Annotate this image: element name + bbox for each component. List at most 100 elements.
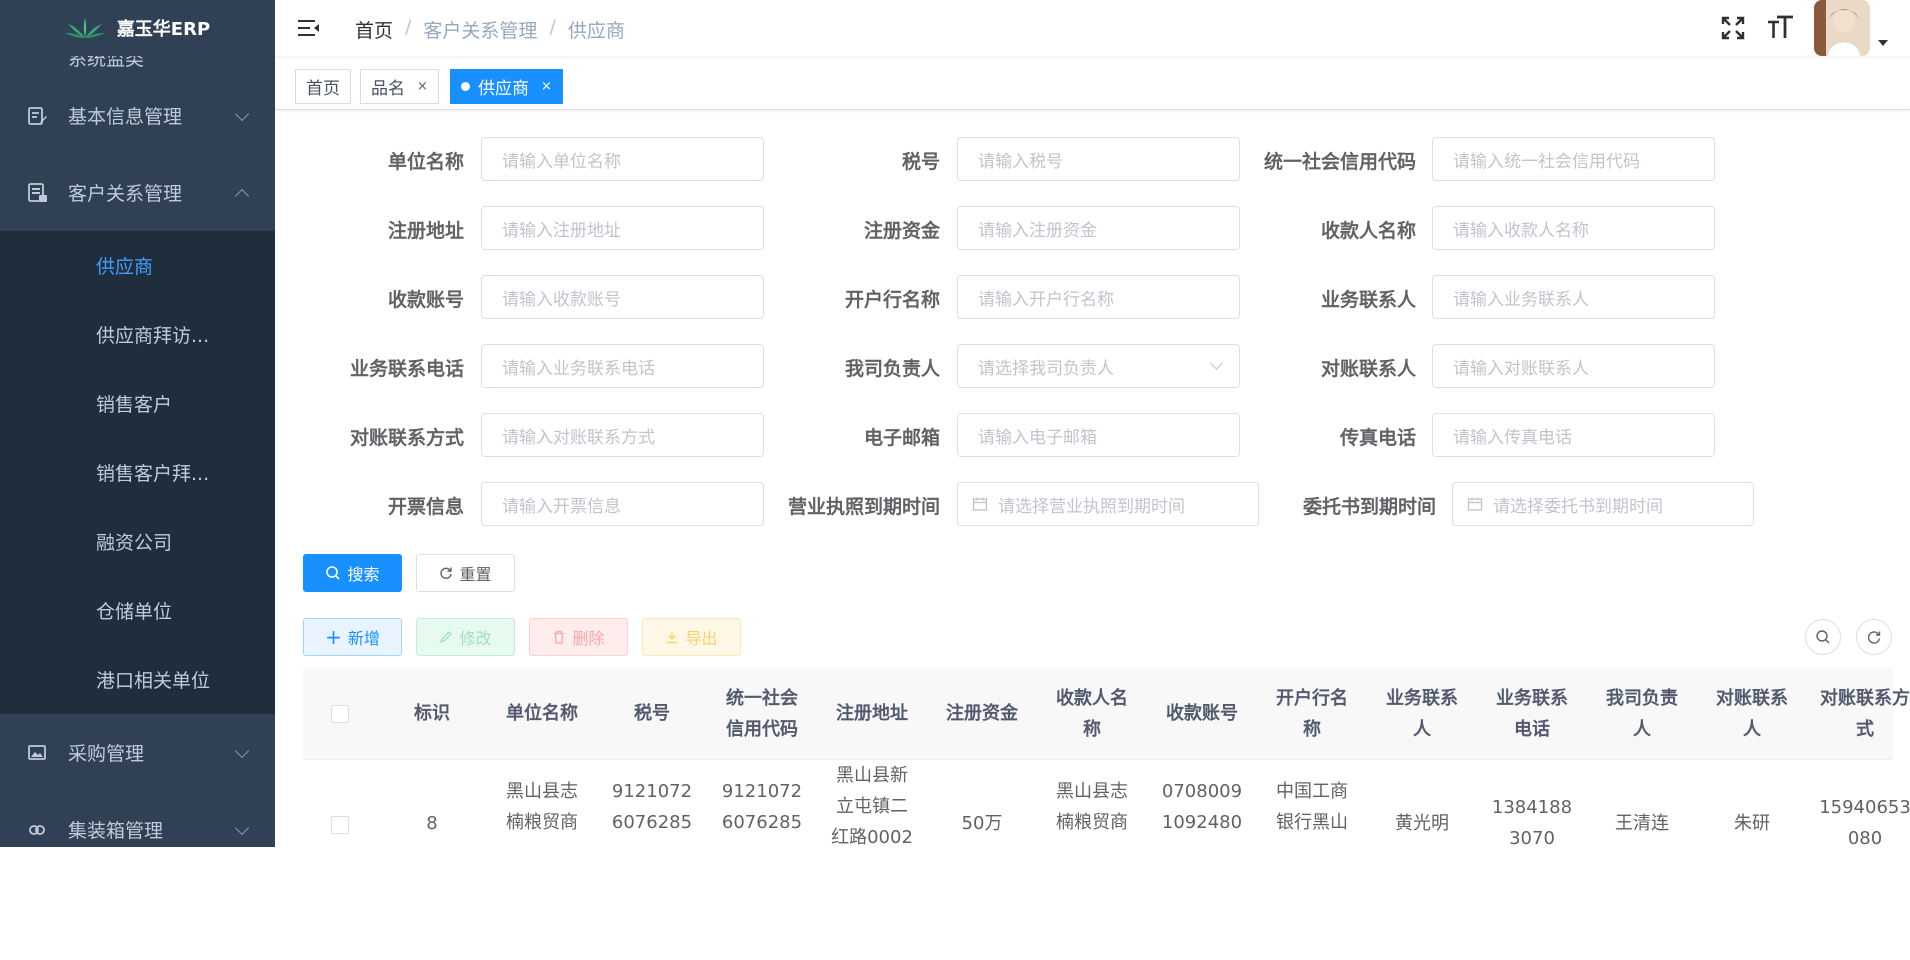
header-cell: 注册资金 [946, 703, 1018, 724]
sidebar-item-label: 采购管理 [68, 743, 145, 765]
header-select-all[interactable] [303, 668, 377, 759]
sidebar-item-financing-company[interactable]: 融资公司 [0, 507, 275, 576]
biz-phone-input[interactable]: 请输入业务联系电话 [481, 344, 764, 388]
edit-button[interactable]: 修改 [416, 618, 515, 656]
refresh-icon [1867, 631, 1881, 644]
id-card-icon [28, 182, 47, 202]
cell-tax-no: 91210726076285 [611, 781, 693, 833]
cell-owner: 王清连 [1615, 813, 1669, 834]
breadcrumb-home[interactable]: 首页 [355, 16, 393, 43]
sidebar-item-sales-customer-visit[interactable]: 销售客户拜... [0, 438, 275, 507]
cell-id: 8 [426, 813, 438, 834]
sidebar-item-purchase[interactable]: 采购管理 [0, 714, 275, 791]
menu-fold-icon[interactable] [297, 16, 321, 40]
cell-account-no: 07080091092480 [1161, 781, 1243, 833]
invoice-info-input[interactable]: 请输入开票信息 [481, 482, 764, 526]
add-button-label: 新增 [347, 629, 380, 648]
cell-credit-code: 91210726076285 [721, 781, 803, 833]
app-title: 嘉玉华ERP [116, 19, 211, 40]
sidebar-item-container[interactable]: 集装箱管理 [0, 791, 275, 847]
fax-input[interactable]: 请输入传真电话 [1432, 413, 1715, 457]
sidebar-item-label: 客户关系管理 [68, 183, 183, 205]
breadcrumb-separator: / [405, 16, 412, 38]
header-cell: 业务联系人 [1386, 687, 1458, 740]
owner-select[interactable]: 请选择我司负责人 [957, 344, 1240, 388]
proxy-expiry-datepicker[interactable]: 请选择委托书到期时间 [1452, 482, 1754, 526]
recon-phone-input[interactable]: 请输入对账联系方式 [481, 413, 764, 457]
license-expiry-datepicker[interactable]: 请选择营业执照到期时间 [957, 482, 1259, 526]
bank-name-input[interactable]: 请输入开户行名称 [957, 275, 1240, 319]
cell-recon-phone: 15940653080 [1819, 797, 1910, 849]
sidebar-item-basic-info[interactable]: 基本信息管理 [0, 77, 275, 154]
sidebar-item-label: 集装箱管理 [68, 820, 164, 842]
reg-address-input[interactable]: 请输入注册地址 [481, 206, 764, 250]
link-icon [29, 824, 45, 835]
sidebar-item-label: 基本信息管理 [68, 106, 183, 128]
supplier-table: 标识 单位名称 税号 统一社会信用代码 注册地址 注册资金 收款人名称 收款账号… [303, 668, 1910, 960]
owner-select-placeholder: 请选择我司负责人 [978, 358, 1114, 379]
table-row[interactable]: 8 黑山县志楠粮贸商 91210726076285 91210726076285… [303, 760, 1910, 960]
payee-name-input[interactable]: 请输入收款人名称 [1432, 206, 1715, 250]
delete-button[interactable]: 删除 [529, 618, 628, 656]
reset-button[interactable]: 重置 [416, 554, 515, 592]
toggle-search-button[interactable] [1805, 619, 1841, 655]
cell-address: 黑山县新立屯镇二红路0002 [831, 765, 913, 848]
header-cell: 业务联系电话 [1496, 687, 1568, 740]
export-button-label: 导出 [685, 629, 718, 648]
row-select-cell[interactable] [303, 760, 377, 960]
tag-supplier[interactable]: 供应商 × [450, 69, 563, 104]
header-cell: 税号 [634, 703, 670, 724]
reg-capital-input[interactable]: 请输入注册资金 [957, 206, 1240, 250]
refresh-icon [440, 567, 453, 579]
close-icon[interactable]: × [417, 79, 428, 94]
app-logo[interactable]: 嘉玉华ERP [0, 0, 275, 56]
sidebar-item-warehouse-unit[interactable]: 仓储单位 [0, 576, 275, 645]
font-size-icon[interactable] [1766, 14, 1794, 42]
tag-label: 首页 [306, 79, 340, 99]
edit-icon [440, 631, 453, 644]
delete-button-label: 删除 [572, 629, 605, 648]
tax-no-input[interactable]: 请输入税号 [957, 137, 1240, 181]
header-cell: 注册地址 [836, 703, 908, 724]
select-all-checkbox[interactable] [331, 704, 349, 723]
account-no-input[interactable]: 请输入收款账号 [481, 275, 764, 319]
label-biz-contact: 业务联系人 [1320, 289, 1416, 311]
add-button[interactable]: + 新增 [303, 618, 402, 656]
header-cell: 标识 [414, 703, 450, 724]
tag-home[interactable]: 首页 [295, 69, 351, 104]
download-icon [666, 631, 678, 644]
recon-contact-input[interactable]: 请输入对账联系人 [1432, 344, 1715, 388]
sidebar-item-sales-customer[interactable]: 销售客户 [0, 369, 275, 438]
refresh-table-button[interactable] [1856, 619, 1892, 655]
sidebar-item-supplier[interactable]: 供应商 [0, 231, 275, 300]
chevron-down-icon [234, 820, 250, 835]
header-cell: 统一社会信用代码 [726, 687, 798, 740]
breadcrumb-crm: 客户关系管理 [423, 20, 538, 42]
search-button[interactable]: 搜索 [303, 554, 402, 592]
avatar[interactable] [1814, 0, 1870, 56]
sidebar: 嘉玉华ERP 系统监类 基本信息管理 客户关系管理 供应商 供应商拜访... 销… [0, 0, 275, 847]
calendar-icon [972, 497, 988, 511]
close-icon[interactable]: × [541, 79, 552, 94]
tag-label: 供应商 [478, 79, 529, 99]
biz-contact-input[interactable]: 请输入业务联系人 [1432, 275, 1715, 319]
label-credit-code: 统一社会信用代码 [1263, 151, 1416, 173]
unit-name-input[interactable]: 请输入单位名称 [481, 137, 764, 181]
image-icon [28, 744, 46, 760]
row-checkbox[interactable] [331, 816, 349, 834]
license-expiry-placeholder: 请选择营业执照到期时间 [998, 496, 1185, 517]
sidebar-item-crm[interactable]: 客户关系管理 [0, 154, 275, 231]
export-button[interactable]: 导出 [642, 618, 741, 656]
breadcrumb-supplier: 供应商 [567, 20, 625, 42]
tag-product-name[interactable]: 品名 × [360, 69, 439, 104]
fullscreen-icon[interactable] [1720, 15, 1746, 41]
credit-code-input[interactable]: 请输入统一社会信用代码 [1432, 137, 1715, 181]
sidebar-item-supplier-visit[interactable]: 供应商拜访... [0, 300, 275, 369]
cell-biz-phone: 13841883070 [1491, 797, 1573, 849]
edit-button-label: 修改 [459, 629, 492, 648]
caret-down-icon[interactable] [1878, 40, 1888, 46]
label-proxy-expiry: 委托书到期时间 [1302, 496, 1436, 518]
sidebar-item-port-unit[interactable]: 港口相关单位 [0, 645, 275, 714]
email-input[interactable]: 请输入电子邮箱 [957, 413, 1240, 457]
cell-recon-contact: 朱研 [1734, 813, 1770, 834]
